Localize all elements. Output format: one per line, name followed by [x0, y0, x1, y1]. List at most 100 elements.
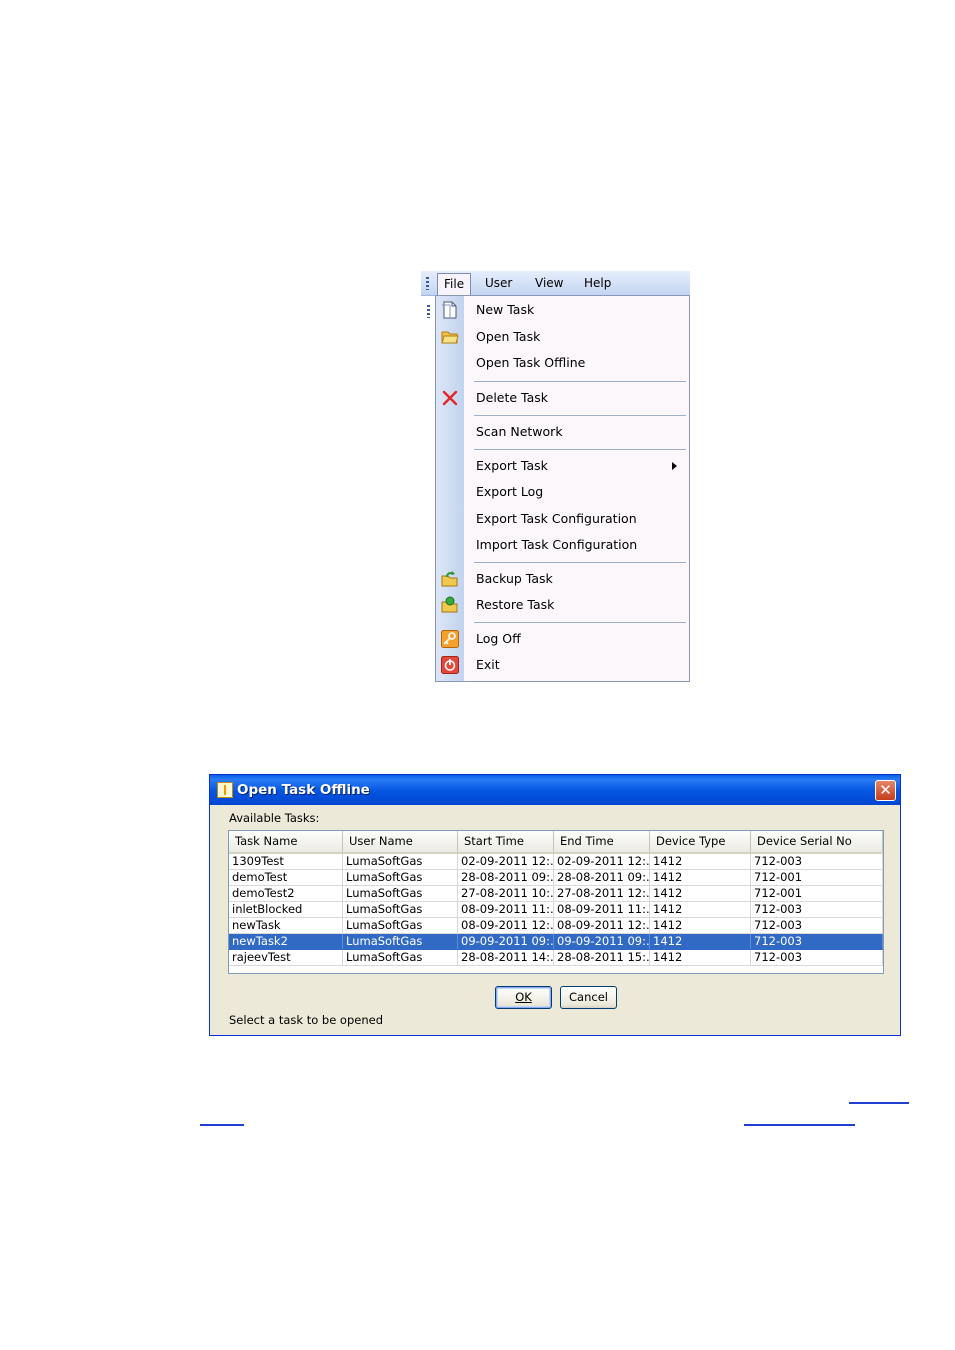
menu-item-label: Exit [476, 657, 500, 672]
link-underline[interactable] [200, 1124, 244, 1126]
list-header: Task Name User Name Start Time End Time … [229, 831, 883, 854]
table-cell: newTask2 [229, 934, 343, 949]
table-cell: LumaSoftGas [343, 886, 458, 901]
table-cell: 02-09-2011 12:... [458, 854, 554, 869]
menu-view[interactable]: View [529, 274, 569, 293]
submenu-arrow-icon [672, 462, 677, 470]
dialog-title-bar[interactable]: Open Task Offline ✕ [210, 775, 900, 805]
table-cell: LumaSoftGas [343, 854, 458, 869]
table-row[interactable]: 1309Test LumaSoftGas 02-09-2011 12:... 02-0… [229, 854, 883, 870]
new-document-icon [442, 301, 457, 319]
tasks-list-view[interactable]: Task Name User Name Start Time End Time … [228, 830, 884, 974]
menu-item-exit[interactable]: Exit [436, 652, 689, 678]
menu-item-scan-network[interactable]: Scan Network [436, 419, 689, 445]
menu-separator [474, 622, 686, 623]
menu-item-export-task[interactable]: Export Task [436, 453, 689, 479]
table-cell: 1412 [650, 950, 751, 965]
menu-item-backup-task[interactable]: Backup Task [436, 566, 689, 592]
link-underline[interactable] [744, 1124, 855, 1126]
column-header-user-name[interactable]: User Name [343, 831, 458, 852]
menu-item-export-log[interactable]: Export Log [436, 479, 689, 505]
table-cell: 1412 [650, 870, 751, 885]
menu-item-export-task-configuration[interactable]: Export Task Configuration [436, 506, 689, 532]
delete-x-icon [442, 390, 458, 406]
close-button[interactable]: ✕ [875, 780, 896, 801]
link-underline[interactable] [849, 1102, 909, 1104]
table-row[interactable]: newTask2 LumaSoftGas 09-09-2011 09:... 09-0… [229, 934, 883, 950]
file-dropdown: New Task Open Task Open Task Offline Del… [435, 295, 690, 682]
table-cell: LumaSoftGas [343, 918, 458, 933]
menu-item-delete-task[interactable]: Delete Task [436, 385, 689, 411]
menu-item-label: Open Task [476, 329, 541, 344]
column-header-device-serial-no[interactable]: Device Serial No [751, 831, 883, 852]
menu-item-open-task[interactable]: Open Task [436, 324, 689, 350]
table-cell: 1412 [650, 934, 751, 949]
menu-item-new-task[interactable]: New Task [436, 297, 689, 323]
column-header-device-type[interactable]: Device Type [650, 831, 751, 852]
table-row[interactable]: demoTest LumaSoftGas 28-08-2011 09:... 28-0… [229, 870, 883, 886]
table-cell: 712-003 [751, 918, 883, 933]
table-cell: 712-003 [751, 902, 883, 917]
table-row[interactable]: rajeevTest LumaSoftGas 28-08-2011 14:... 28… [229, 950, 883, 966]
table-cell: 27-08-2011 10:... [458, 886, 554, 901]
table-cell: 712-003 [751, 934, 883, 949]
menu-item-restore-task[interactable]: Restore Task [436, 592, 689, 618]
table-cell: LumaSoftGas [343, 902, 458, 917]
column-header-start-time[interactable]: Start Time [458, 831, 554, 852]
dialog-title: Open Task Offline [237, 782, 370, 798]
menu-user[interactable]: User [479, 274, 518, 293]
table-cell: demoTest [229, 870, 343, 885]
table-cell: inletBlocked [229, 902, 343, 917]
table-cell: 28-08-2011 15:... [554, 950, 650, 965]
toolbar-grip[interactable] [426, 277, 429, 290]
ok-button-label: OK [515, 990, 532, 1004]
toolbar-grip-secondary [427, 305, 430, 318]
cancel-button[interactable]: Cancel [560, 986, 617, 1009]
menu-file[interactable]: File [437, 273, 472, 295]
table-cell: 27-08-2011 12:... [554, 886, 650, 901]
table-cell: 28-08-2011 14:... [458, 950, 554, 965]
table-row[interactable]: demoTest2 LumaSoftGas 27-08-2011 10:... 27-… [229, 886, 883, 902]
menu-item-label: Log Off [476, 631, 521, 646]
table-cell: 1309Test [229, 854, 343, 869]
menu-item-import-task-configuration[interactable]: Import Task Configuration [436, 532, 689, 558]
menu-item-open-task-offline[interactable]: Open Task Offline [436, 350, 689, 376]
column-header-end-time[interactable]: End Time [554, 831, 650, 852]
table-cell: 712-003 [751, 854, 883, 869]
table-cell: 08-09-2011 11:... [458, 902, 554, 917]
table-cell: 1412 [650, 918, 751, 933]
app-icon [217, 782, 233, 798]
table-cell: 02-09-2011 12:... [554, 854, 650, 869]
open-folder-icon [441, 331, 459, 344]
table-cell: LumaSoftGas [343, 870, 458, 885]
available-tasks-label: Available Tasks: [229, 811, 320, 825]
table-cell: 1412 [650, 886, 751, 901]
column-header-task-name[interactable]: Task Name [229, 831, 343, 852]
file-menu-screenshot: File User View Help New Task Open Task O [421, 271, 690, 682]
table-cell: 08-09-2011 12:... [554, 918, 650, 933]
table-row[interactable]: inletBlocked LumaSoftGas 08-09-2011 11:...… [229, 902, 883, 918]
ok-button[interactable]: OK [495, 986, 552, 1009]
table-cell: 28-08-2011 09:... [458, 870, 554, 885]
table-cell: demoTest2 [229, 886, 343, 901]
table-cell: 712-003 [751, 950, 883, 965]
table-cell: 08-09-2011 12:... [458, 918, 554, 933]
status-text: Select a task to be opened [229, 1013, 384, 1027]
table-cell: 09-09-2011 09:... [458, 934, 554, 949]
backup-folder-icon [441, 571, 458, 587]
menu-separator [474, 415, 686, 416]
menu-item-label: Export Task Configuration [476, 511, 637, 526]
menu-bar: File User View Help [421, 271, 690, 296]
menu-help[interactable]: Help [578, 274, 617, 293]
table-row[interactable]: newTask LumaSoftGas 08-09-2011 12:... 08-09… [229, 918, 883, 934]
power-icon [441, 656, 459, 674]
table-cell: 28-08-2011 09:... [554, 870, 650, 885]
menu-item-label: Scan Network [476, 424, 563, 439]
table-cell: newTask [229, 918, 343, 933]
table-cell: 712-001 [751, 870, 883, 885]
menu-item-label: Backup Task [476, 571, 553, 586]
menu-separator [474, 562, 686, 563]
menu-item-label: New Task [476, 302, 535, 317]
menu-item-log-off[interactable]: Log Off [436, 626, 689, 652]
menu-item-label: Delete Task [476, 390, 549, 405]
